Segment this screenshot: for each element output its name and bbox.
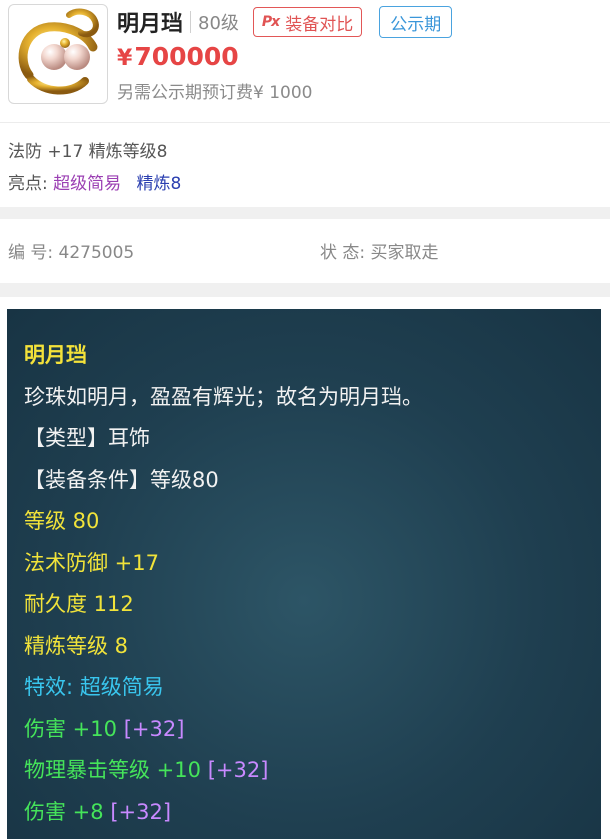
detail-level: 等级 80	[24, 509, 100, 533]
deposit-note: 另需公示期预订费¥ 1000	[117, 83, 313, 103]
section-gap	[0, 283, 610, 297]
detail-requirement: 【装备条件】等级80	[24, 467, 219, 492]
detail-description: 珍珠如明月，盈盈有辉光；故名为明月珰。	[24, 384, 423, 409]
status-badge: 公示期	[379, 6, 453, 38]
serial-number: 编 号: 4275005	[8, 243, 135, 263]
attribute-line: 法防 +17 精炼等级8	[8, 142, 168, 162]
highlights-row: 亮点: 超级简易 精炼8	[8, 168, 181, 200]
item-thumbnail[interactable]	[8, 4, 108, 104]
item-header: 明月珰 80级 Px 装备对比 公示期 ¥700000 另需公示期预订费¥ 10…	[0, 0, 610, 122]
attribute-summary: 法防 +17 精炼等级8 亮点: 超级简易 精炼8	[8, 136, 181, 200]
header-divider	[0, 122, 610, 123]
item-name: 明月珰	[117, 12, 184, 37]
highlight-tag: 超级简易	[53, 174, 122, 194]
bonus-value: 伤害 +8	[24, 799, 104, 824]
detail-refine: 精炼等级 8	[24, 633, 129, 658]
detail-magic-defense: 法术防御 +17	[24, 550, 159, 575]
detail-durability: 耐久度 112	[24, 592, 134, 616]
trade-state: 状 态: 买家取走	[320, 243, 439, 263]
status-badge-label: 公示期	[390, 14, 442, 35]
compare-button-label: 装备对比	[285, 14, 354, 35]
compare-equipment-button[interactable]: Px 装备对比	[252, 7, 363, 37]
bonus-value: 伤害 +10	[24, 716, 117, 741]
detail-bonus: 伤害 +8 [+32]	[24, 792, 601, 834]
highlight-tag: 精炼8	[136, 174, 182, 194]
price-value: 700000	[134, 42, 239, 71]
item-price: ¥700000	[117, 42, 239, 71]
info-row: 编 号: 4275005 状 态: 买家取走	[8, 238, 608, 263]
bonus-extra: [+32]	[207, 758, 269, 782]
highlights-label: 亮点:	[8, 174, 48, 194]
item-level: 80级	[198, 13, 239, 34]
pearl-earring-icon	[18, 8, 99, 95]
title-divider	[190, 11, 192, 33]
bonus-extra: [+32]	[110, 799, 172, 824]
detail-bonus: 伤害 +10 [+32]	[24, 709, 601, 751]
px-compare-icon: Px	[261, 14, 280, 30]
detail-bonus: 物理暴击等级 +10 [+32]	[24, 750, 601, 792]
price-symbol: ¥	[117, 46, 133, 71]
bonus-value: 物理暴击等级 +10	[24, 758, 201, 782]
detail-special-effect: 特效: 超级简易	[24, 675, 164, 699]
item-title-row: 明月珰 80级 Px 装备对比 公示期	[117, 4, 453, 40]
section-gap	[0, 207, 610, 219]
detail-item-name: 明月珰	[24, 343, 87, 367]
detail-type: 【类型】耳饰	[24, 426, 150, 450]
bonus-extra: [+32]	[123, 716, 185, 741]
item-detail-panel: 明月珰 珍珠如明月，盈盈有辉光；故名为明月珰。 【类型】耳饰 【装备条件】等级8…	[7, 309, 601, 839]
